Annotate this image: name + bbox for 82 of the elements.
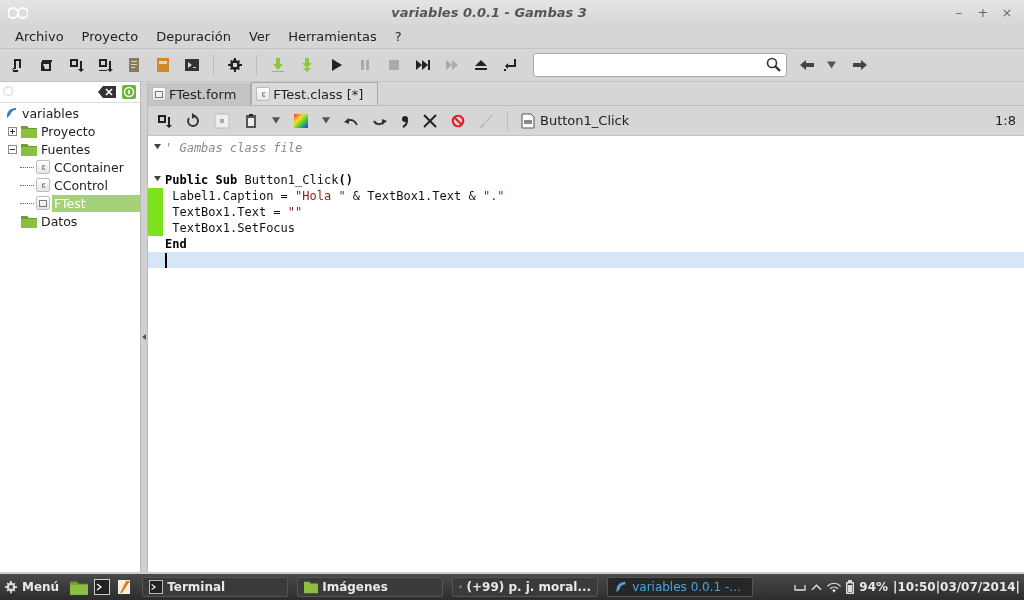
code-line: Public Sub Button1_Click()	[165, 173, 353, 187]
editor-tab[interactable]: FTest.class [*]	[251, 82, 379, 105]
form-file-icon	[36, 196, 50, 210]
terminal-icon	[149, 580, 164, 594]
window-control-button[interactable]: +	[974, 4, 992, 20]
paste-icon[interactable]	[243, 112, 259, 129]
expander-icon[interactable]	[8, 126, 17, 136]
keyboard-icon[interactable]	[794, 583, 807, 591]
dropdown-arrow-icon[interactable]	[322, 117, 330, 124]
color-palette-icon[interactable]	[293, 112, 309, 129]
skip-icon[interactable]	[415, 57, 431, 73]
taskbar-button[interactable]: Imágenes	[297, 577, 444, 597]
form-arrow-icon[interactable]	[156, 112, 172, 129]
battery-icon[interactable]	[846, 580, 855, 594]
folder-icon	[21, 142, 37, 156]
info-icon[interactable]	[122, 85, 136, 99]
menu-item[interactable]: Archivo	[6, 28, 73, 44]
code-line: TextBox1.Text = ""	[171, 205, 303, 219]
code-line: ' Gambas class file	[165, 141, 303, 155]
app-icon	[8, 7, 28, 19]
tree-item[interactable]: CContainer	[52, 158, 126, 176]
wifi-icon[interactable]	[827, 581, 842, 593]
comment-icon[interactable]	[401, 113, 409, 128]
start-menu-button[interactable]: Menú	[4, 580, 66, 594]
code-line: End	[165, 237, 187, 251]
menu-item[interactable]: Herramientas	[279, 28, 386, 44]
expander-icon[interactable]	[8, 144, 17, 154]
folder-icon[interactable]	[70, 579, 89, 595]
procedure-icon	[521, 112, 535, 129]
class-file-icon	[36, 160, 50, 174]
gear-icon	[4, 580, 18, 594]
procedure-label[interactable]: Button1_Click	[540, 113, 630, 128]
window-control-button[interactable]: –	[950, 4, 968, 20]
chevron-up-icon[interactable]	[811, 583, 823, 591]
forbidden-icon[interactable]	[451, 113, 465, 128]
clock[interactable]: |10:50|03/07/2014|	[893, 580, 1020, 594]
settings-icon[interactable]	[227, 57, 243, 73]
reload-icon[interactable]	[185, 112, 201, 129]
notepad-icon[interactable]	[116, 579, 133, 595]
cursor-position: 1:8	[995, 113, 1016, 128]
fold-icon[interactable]	[154, 143, 161, 150]
form-arrow-icon[interactable]	[97, 57, 113, 73]
tree-item[interactable]: CControl	[52, 176, 110, 194]
tree-item[interactable]: Proyecto	[39, 122, 98, 140]
fold-icon[interactable]	[154, 175, 161, 182]
menu-item[interactable]: Ver	[239, 28, 280, 44]
cross-icon[interactable]	[422, 112, 438, 129]
menu-item[interactable]: Proyecto	[72, 28, 148, 44]
taskbar-button[interactable]: Terminal	[142, 577, 289, 597]
folder-icon	[21, 124, 37, 138]
code-line: TextBox1.SetFocus	[171, 221, 296, 235]
forward-arrow-icon[interactable]	[853, 60, 867, 70]
taskbar-button[interactable]: variables 0.0.1 -...	[607, 577, 754, 597]
terminal-icon[interactable]	[94, 579, 111, 595]
class-file-icon	[256, 87, 271, 101]
dropdown-arrow-icon[interactable]	[272, 117, 280, 124]
dropdown-arrow-icon[interactable]	[827, 61, 836, 69]
search-field[interactable]	[533, 53, 787, 77]
code-line: Label1.Caption = "Hola " & TextBox1.Text & "."	[171, 189, 505, 203]
window-title: variables 0.0.1 - Gambas 3	[390, 4, 588, 20]
menu-item[interactable]: ?	[385, 28, 411, 44]
eject-icon[interactable]	[473, 57, 489, 73]
class-file-icon	[36, 178, 50, 192]
tree-item[interactable]: Datos	[39, 212, 80, 230]
form-file-icon	[152, 87, 166, 101]
tree-item[interactable]: Fuentes	[39, 140, 93, 158]
folder-icon	[21, 214, 37, 228]
folder-icon	[304, 580, 319, 594]
taskbar-button[interactable]: (+99) p. j. moral...	[452, 577, 599, 597]
windows-icon[interactable]	[39, 57, 55, 73]
clear-icon[interactable]	[98, 86, 116, 98]
window-control-button[interactable]: ×	[998, 4, 1016, 20]
tree-item[interactable]: variables	[20, 104, 81, 122]
text-cursor	[165, 252, 167, 268]
form-arrow-icon[interactable]	[68, 57, 84, 73]
back-arrow-icon[interactable]	[800, 60, 814, 70]
battery-level: 94%	[859, 580, 889, 594]
return-icon[interactable]	[502, 57, 518, 73]
collapse-arrow-icon[interactable]	[142, 334, 146, 340]
terminal-icon[interactable]	[184, 57, 200, 73]
menu-item[interactable]: Depuración	[147, 28, 240, 44]
editor-tab[interactable]: FTest.form	[148, 83, 252, 105]
